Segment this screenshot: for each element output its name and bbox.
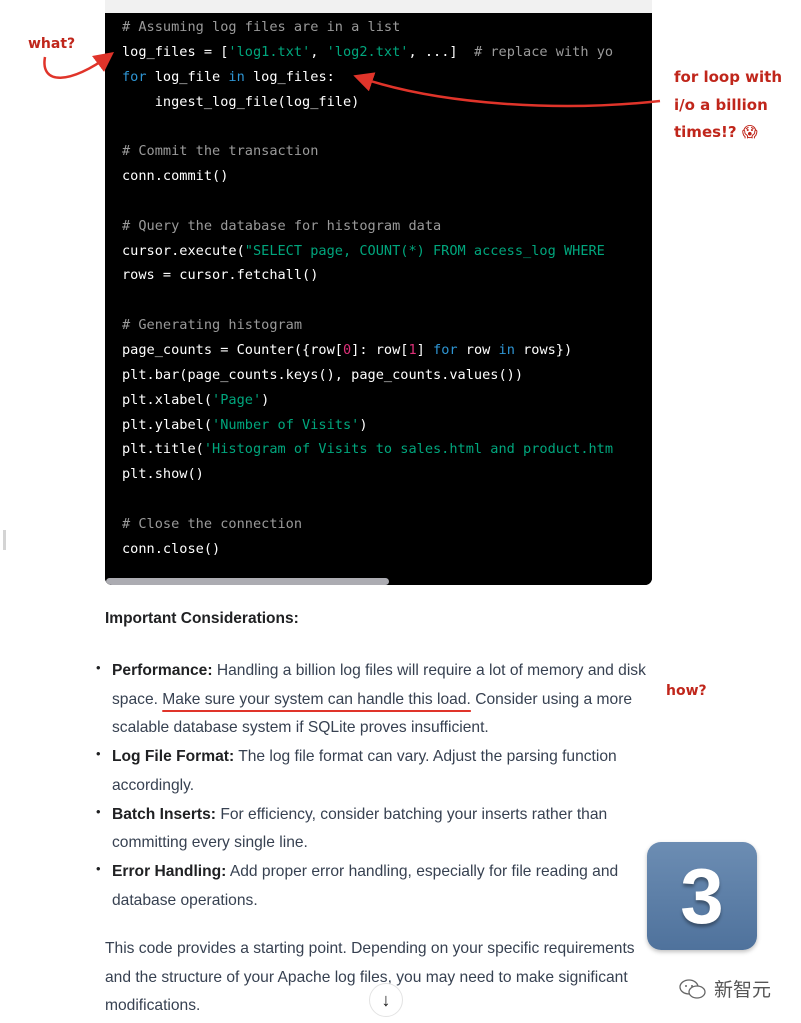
code-token-num: 0 [342, 341, 352, 358]
consideration-label: Performance: [112, 662, 213, 679]
consideration-label: Error Handling: [112, 862, 227, 880]
code-token-comment: # Commit the transaction [122, 143, 319, 160]
code-line: # Commit the transaction [122, 139, 613, 164]
code-token-comment: # Assuming log files are in a list [122, 19, 401, 35]
screaming-face-icon: 😱 [741, 123, 758, 141]
code-line: plt.xlabel('Page') [122, 388, 613, 413]
code-token-plain: plt.title( [122, 441, 204, 458]
code-token-plain: plt.bar(page_counts.keys(), page_counts.… [122, 366, 524, 383]
code-token-plain: ]: row[ [351, 341, 409, 358]
code-token-plain: conn.commit() [122, 168, 229, 185]
annotation-for-loop-text: for loop with i/o a billion times!? [674, 68, 783, 141]
code-line: # Assuming log files are in a list [122, 15, 613, 40]
code-line: plt.bar(page_counts.keys(), page_counts.… [122, 363, 613, 388]
code-line: # Generating histogram [122, 313, 613, 338]
code-token-plain: , ...] [408, 43, 474, 60]
code-token-comment: # Close the connection [122, 515, 303, 532]
consideration-item: Batch Inserts: For efficiency, consider … [96, 797, 656, 858]
annotation-for-loop: for loop with i/o a billion times!? 😱 [674, 64, 794, 147]
code-token-kw: in [228, 68, 245, 85]
watermark: 新智元 [678, 975, 771, 1002]
code-line: plt.show() [122, 462, 613, 487]
page-edge-scroll-indicator[interactable] [3, 530, 6, 550]
code-token-str: 'Number of Visits' [212, 416, 360, 433]
code-token-str: 'Page' [212, 391, 262, 408]
code-token-str: 'Histogram of Visits to sales.html and p… [203, 441, 614, 458]
code-line: # Close the connection [122, 512, 613, 537]
code-block: # Assuming log files are in a list log_fi… [105, 13, 652, 585]
code-token-plain: log_files = [ [122, 43, 229, 60]
code-token-plain: rows}) [514, 341, 573, 358]
highlighted-sentence: Make sure your system can handle this lo… [162, 690, 471, 708]
code-token-kw: for [122, 68, 147, 85]
wechat-icon [679, 978, 706, 999]
code-token-num: 1 [408, 341, 417, 358]
arrow-down-icon: ↓ [381, 989, 391, 1010]
code-line: ingest_log_file(log_file) [122, 90, 613, 115]
code-token-plain: log_file [146, 68, 229, 85]
code-block-header [105, 0, 652, 13]
code-line: conn.close() [122, 537, 613, 562]
code-token-plain: plt.ylabel( [122, 416, 213, 433]
code-line: log_files = ['log1.txt', 'log2.txt', ...… [122, 40, 613, 65]
code-line: plt.title('Histogram of Visits to sales.… [122, 437, 613, 462]
code-token-plain: plt.show() [122, 466, 204, 483]
consideration-item: Performance: Handling a billion log file… [96, 654, 656, 743]
code-token-plain: cursor.execute( [122, 242, 245, 259]
annotation-what: what? [28, 36, 76, 52]
scrollbar-thumb[interactable] [106, 578, 389, 585]
arrow-what [43, 52, 115, 79]
scroll-down-button[interactable]: ↓ [369, 983, 403, 1017]
code-token-kw: in [498, 341, 515, 358]
code-line: for log_file in log_files: [122, 65, 613, 90]
annotation-how: how? [666, 683, 707, 699]
code-token-plain: log_files: [244, 68, 335, 85]
code-token-plain: rows = cursor.fetchall() [122, 267, 319, 284]
code-line: rows = cursor.fetchall() [122, 263, 613, 288]
section-title: Important Considerations: [105, 610, 299, 627]
consideration-label: Log File Format: [112, 748, 235, 766]
code-token-comment: # replace with yo [473, 43, 614, 60]
code-line: cursor.execute("SELECT page, COUNT(*) FR… [122, 239, 613, 264]
code-token-str: 'log1.txt' [228, 43, 311, 60]
code-token-plain: ) [359, 416, 368, 433]
considerations-list: Performance: Handling a billion log file… [96, 654, 656, 915]
code-token-plain: ) [261, 391, 270, 408]
code-token-plain: row [457, 341, 499, 358]
code-line: conn.commit() [122, 164, 613, 189]
code-token-plain: , [310, 43, 327, 60]
consideration-label: Batch Inserts: [112, 805, 216, 823]
watermark-text: 新智元 [714, 980, 772, 1001]
code-content: # Assuming log files are in a list log_fi… [122, 15, 613, 562]
code-token-plain: ] [416, 341, 434, 358]
code-line: plt.ylabel('Number of Visits') [122, 413, 613, 438]
keycap-3-icon: 3 [647, 842, 757, 950]
code-token-plain: conn.close() [122, 540, 221, 557]
code-token-plain: ingest_log_file(log_file) [122, 93, 360, 110]
code-token-comment: # Generating histogram [122, 317, 303, 334]
code-line: page_counts = Counter({row[0]: row[1] fo… [122, 338, 613, 363]
consideration-item: Error Handling: Add proper error handlin… [96, 855, 656, 915]
code-token-plain: plt.xlabel( [122, 391, 213, 408]
code-token-comment: # Query the database for histogram data [122, 217, 442, 234]
code-token-str: 'log2.txt' [326, 43, 409, 60]
code-horizontal-scrollbar[interactable] [105, 578, 652, 585]
code-token-plain: page_counts = Counter({row[ [122, 341, 343, 358]
consideration-item: Log File Format: The log file format can… [96, 740, 656, 800]
code-token-kw: for [433, 341, 458, 358]
code-token-str: "SELECT page, COUNT(*) FROM access_log W… [244, 242, 614, 259]
code-line: # Query the database for histogram data [122, 214, 613, 239]
